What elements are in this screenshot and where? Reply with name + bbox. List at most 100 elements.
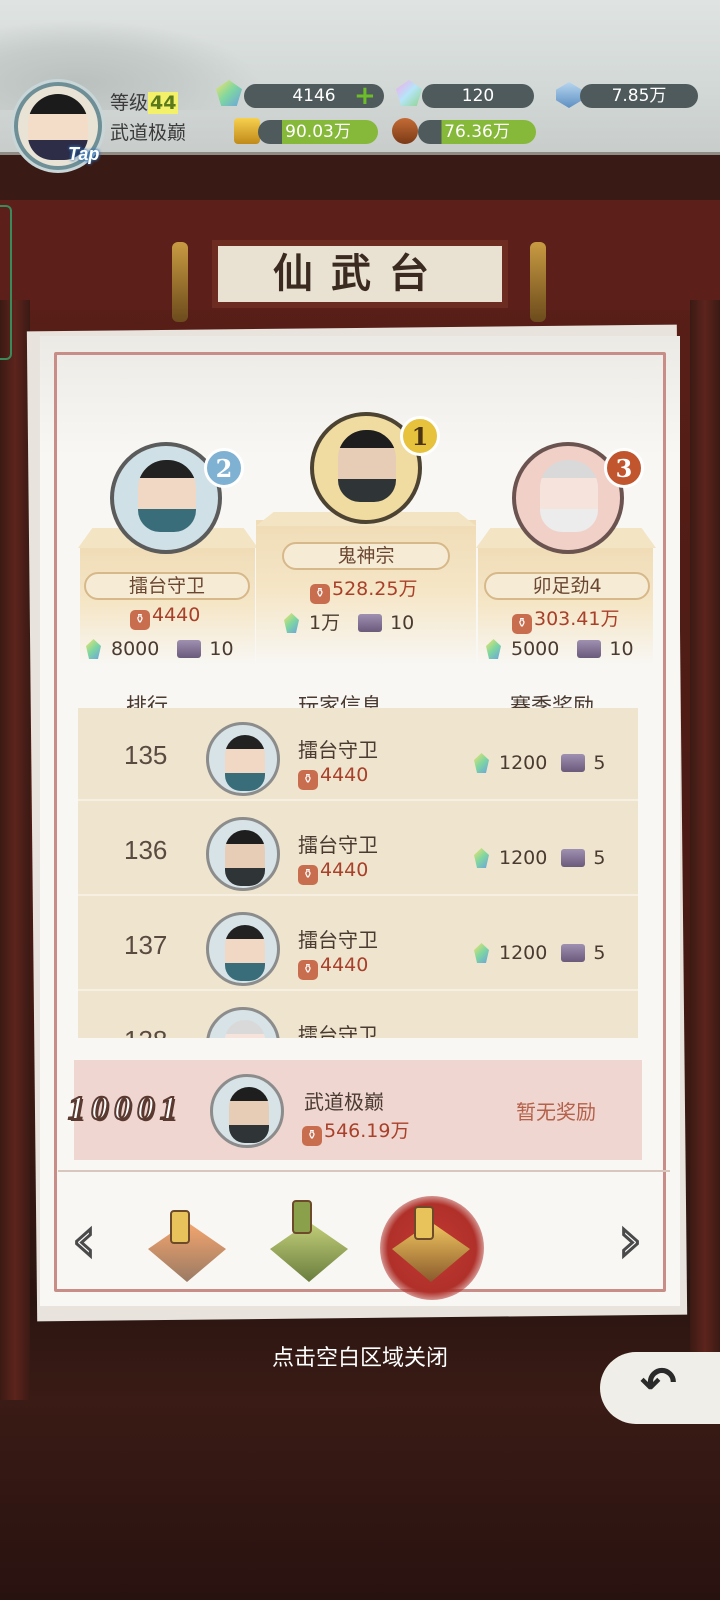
rank1-face [338,430,396,502]
player-title: 武道极巅 [110,122,187,144]
rank1-medal: 1 [400,416,440,456]
my-reward-status: 暂无奖励 [516,1100,596,1124]
chest-icon [561,754,586,772]
gold-amount: 90.03万 [285,122,351,142]
my-rank-row: 10001 武道极巅 ⚱ 546.19万 暂无奖励 [67,1060,642,1160]
rank2-medal: 2 [204,448,244,488]
rainbow-gem-counter: 120 [422,84,534,108]
rank3-name: 卯足劲4 [484,572,650,600]
chest-icon [561,944,586,962]
player-avatar[interactable]: Tap [14,82,102,170]
pillar-right [690,300,720,1400]
side-tab-handle[interactable] [0,205,12,360]
row-avatar[interactable] [206,1007,280,1038]
row-name: 擂台守卫 [298,928,378,952]
jade-icon [474,848,489,868]
rank3-face [540,460,598,532]
row-power: ⚱ 4440 [298,859,368,885]
game-screen: 等级 44 武道极巅 4146 + 120 7.85万 90.03万 76.36万… [0,0,720,1600]
gold-counter: 90.03万 [258,120,378,144]
rank1-name: 鬼神宗 [282,542,450,570]
power-icon: ⚱ [298,960,318,980]
arena-tab-strip [58,1170,670,1286]
tap-label: Tap [68,144,100,164]
gong-icon [292,1200,312,1234]
power-icon: ⚱ [512,614,532,634]
my-power: ⚱ 546.19万 [302,1116,409,1146]
row-name: 擂台守卫 [298,1023,378,1038]
lantern-left [172,242,188,322]
row-face [225,925,265,981]
power-icon: ⚱ [298,865,318,885]
my-avatar[interactable] [210,1074,284,1148]
crystal-counter: 7.85万 [580,84,698,108]
table-row[interactable]: 136 擂台守卫 ⚱ 4440 1200 5 [78,803,638,896]
row-rank: 137 [124,930,168,960]
chest-icon [577,640,602,658]
rank3-medal: 3 [604,448,644,488]
gold-ingot-icon [234,118,260,144]
jade-icon [284,613,299,633]
row-reward: 1200 5 [474,942,605,964]
table-row[interactable]: 135 擂台守卫 ⚱ 4440 1200 5 [78,708,638,801]
jade-icon [86,639,101,659]
meat-counter: 76.36万 [418,120,536,144]
rank2-power: ⚱ 4440 [130,604,200,630]
row-avatar[interactable] [206,912,280,986]
table-row[interactable]: 137 擂台守卫 ⚱ 4440 1200 5 [78,898,638,991]
rank2-name: 擂台守卫 [84,572,250,600]
level-value: 44 [148,92,179,114]
crystal-icon [556,82,582,108]
power-icon: ⚱ [302,1126,322,1146]
row-face [225,830,265,886]
back-arrow-icon: ↶ [640,1358,677,1409]
crystal-amount: 7.85万 [611,86,667,106]
jade-icon [474,943,489,963]
rainbow-gem-amount: 120 [461,86,495,106]
pillar-left [0,300,30,1400]
meat-icon [392,118,418,144]
drum-icon [170,1210,190,1244]
row-reward: 1200 5 [474,847,605,869]
row-power: ⚱ 4440 [298,954,368,980]
jade-amount: 4146 [292,86,336,106]
chest-icon [561,849,586,867]
jade-icon [474,753,489,773]
power-icon: ⚱ [298,770,318,790]
chevron-right-icon[interactable]: › [617,1209,644,1272]
row-face [225,735,265,791]
row-face [225,1020,265,1038]
back-button[interactable]: ↶ [600,1352,720,1424]
table-row[interactable]: 138 擂台守卫 [78,993,638,1038]
chest-icon [177,640,202,658]
row-avatar[interactable] [206,817,280,891]
row-rank: 138 [124,1025,167,1038]
row-rank: 135 [124,740,168,770]
add-jade-button[interactable]: + [354,83,376,109]
lantern-right [530,242,546,322]
row-rank: 136 [124,835,168,865]
chevron-left-icon[interactable]: ‹ [71,1209,98,1272]
rank1-power: ⚱ 528.25万 [310,574,417,604]
ranking-list[interactable]: 135 擂台守卫 ⚱ 4440 1200 5 136 擂台守卫 ⚱ 4440 1200… [78,708,638,1038]
drum-icon [414,1206,434,1240]
meat-amount: 76.36万 [444,122,510,142]
my-face [229,1087,269,1143]
row-avatar[interactable] [206,722,280,796]
jade-icon [486,639,501,659]
row-reward: 1200 5 [474,752,605,774]
my-rank-number: 10001 [67,1089,183,1128]
rank3-reward: 5000 10 [486,638,634,660]
chest-icon [358,614,383,632]
rank1-reward: 1万 10 [284,608,414,635]
power-icon: ⚱ [130,610,150,630]
rainbow-gem-icon [396,80,422,106]
level-display: 等级 44 [110,92,179,114]
my-name: 武道极巅 [304,1090,384,1114]
arena-sign: 仙武台 [212,240,508,308]
power-icon: ⚱ [310,584,330,604]
rank2-face [138,460,196,532]
rank3-power: ⚱ 303.41万 [512,604,619,634]
status-bar: 等级 44 武道极巅 4146 + 120 7.85万 90.03万 76.36万 [0,0,720,155]
row-power: ⚱ 4440 [298,764,368,790]
